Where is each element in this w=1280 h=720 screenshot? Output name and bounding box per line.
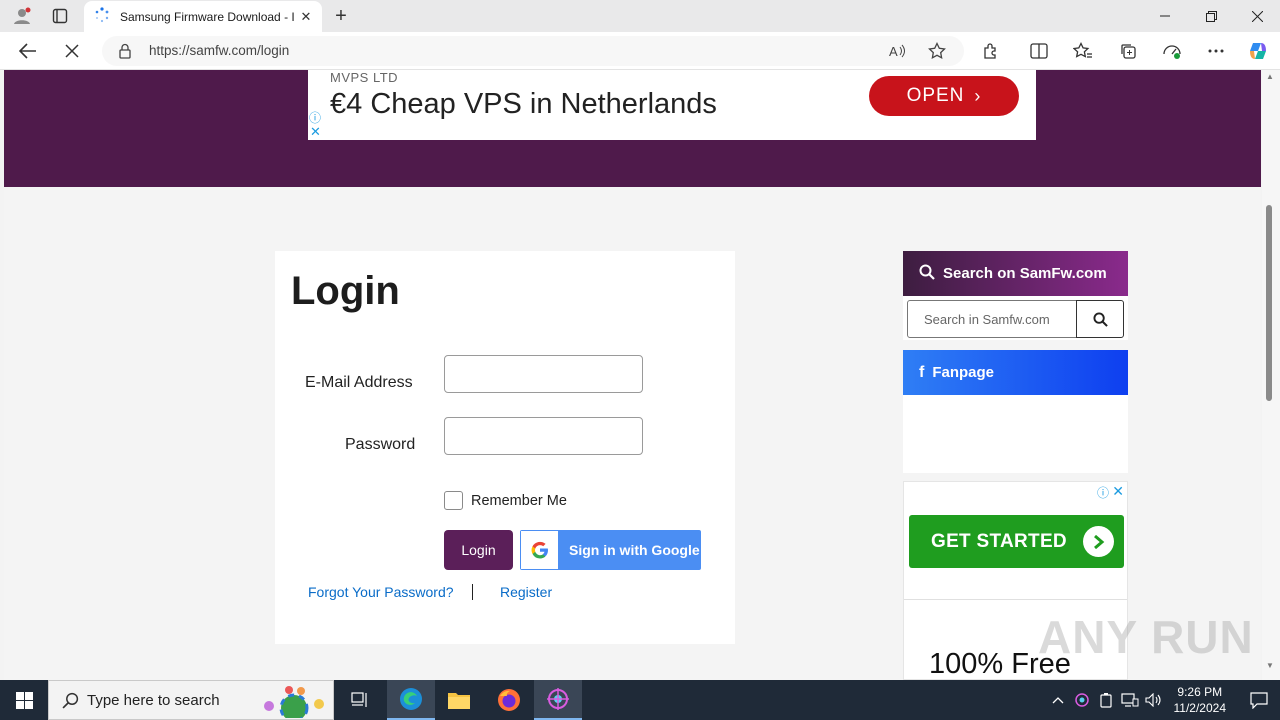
google-signin-label: Sign in with Google [569,542,700,558]
ad-get-started-button[interactable]: GET STARTED [909,515,1124,568]
extensions-icon[interactable] [976,37,1006,65]
login-card: Login E-Mail Address Password Remember M… [275,251,735,644]
facebook-icon: f [919,363,925,381]
remember-me-label[interactable]: Remember Me [471,493,567,509]
new-tab-button[interactable]: + [328,4,354,28]
page-viewport: MVPS LTD €4 Cheap VPS in Netherlands OPE… [0,70,1280,680]
google-icon [521,531,558,569]
clock-time: 9:26 PM [1177,685,1223,699]
register-link[interactable]: Register [500,584,552,600]
ad-info-icon[interactable]: ⓘ [309,109,322,125]
chevron-right-icon [1083,526,1114,557]
performance-icon[interactable] [1157,37,1187,65]
taskbar-clock[interactable]: 9:26 PM 11/2/2024 [1174,684,1227,716]
notification-icon[interactable] [1250,691,1268,714]
chevron-right-icon: › [974,85,982,106]
sidebar-search-placeholder: Search in Samfw.com [924,311,1050,327]
profile-icon[interactable] [8,4,36,28]
email-label: E-Mail Address [305,374,413,391]
ad-open-label: OPEN [906,85,965,106]
ad-close-icon[interactable]: ✕ [310,124,321,140]
link-separator [472,584,473,600]
app-taskbar-icon[interactable] [534,680,582,720]
ad-company: MVPS LTD [330,70,399,85]
password-field[interactable] [444,417,643,455]
clock-date: 11/2/2024 [1173,701,1227,715]
sidebar-fanpage-body [903,395,1128,473]
search-icon [62,692,79,714]
address-bar[interactable]: https://samfw.com/login A [102,36,964,66]
top-advertisement[interactable]: MVPS LTD €4 Cheap VPS in Netherlands OPE… [308,70,1036,140]
ad-close-icon[interactable]: ✕ [1112,483,1124,500]
browser-tab-strip: Samsung Firmware Download - I ✕ + [0,0,1280,32]
ad-open-button[interactable]: OPEN › [869,76,1019,116]
restore-button[interactable] [1188,0,1234,32]
search-icon [919,264,935,284]
tab-close-icon[interactable]: ✕ [298,9,314,25]
ad-get-started-label: GET STARTED [931,530,1067,552]
taskbar-search-placeholder: Type here to search [87,691,220,709]
more-options-icon[interactable] [1201,37,1231,65]
login-button[interactable]: Login [444,530,513,570]
favorites-icon[interactable] [1068,37,1098,65]
firefox-icon[interactable] [485,680,533,720]
edge-taskbar-icon[interactable] [387,680,435,720]
start-button[interactable] [0,680,48,720]
battery-icon[interactable] [1094,692,1118,708]
windows-taskbar: Type here to search 9:26 PM 11/2/2024 [0,680,1280,720]
volume-icon[interactable] [1142,693,1166,707]
minimize-button[interactable] [1142,0,1188,32]
email-field[interactable] [444,355,643,393]
ad-headline[interactable]: €4 Cheap VPS in Netherlands [330,88,717,121]
forgot-password-link[interactable]: Forgot Your Password? [308,584,454,600]
scroll-down-icon[interactable]: ▼ [1266,661,1274,670]
favorite-star-icon[interactable] [928,41,946,65]
scroll-up-icon[interactable]: ▲ [1266,72,1274,81]
task-view-icon[interactable] [336,680,384,720]
copilot-icon[interactable] [1243,37,1273,65]
tab-active[interactable]: Samsung Firmware Download - I ✕ [84,1,322,32]
page-title: Login [291,269,400,313]
windows-icon [15,691,33,709]
page-scrollbar[interactable]: ▲ ▼ [1262,70,1280,680]
read-aloud-icon[interactable]: A [888,42,906,65]
collections-icon[interactable] [1113,37,1143,65]
sidebar-search-title: Search on SamFw.com [943,265,1107,282]
sidebar-search-header: Search on SamFw.com [903,251,1128,296]
sidebar-search-box: Search in Samfw.com [903,296,1128,340]
sidebar-fanpage-title: Fanpage [932,364,995,381]
chevron-up-icon[interactable] [1046,696,1070,704]
tab-title: Samsung Firmware Download - I [120,9,295,24]
remember-me-checkbox[interactable] [444,491,463,510]
close-window-button[interactable] [1234,0,1280,32]
ad-info-icon[interactable]: ⓘ [1097,484,1109,501]
network-icon[interactable] [1118,693,1142,707]
lock-icon[interactable] [118,43,132,64]
url-text[interactable]: https://samfw.com/login [149,43,289,58]
taskbar-search-box[interactable]: Type here to search [48,680,334,720]
sidebar-search-input[interactable]: Search in Samfw.com [907,300,1077,338]
system-tray: 9:26 PM 11/2/2024 [1046,680,1233,720]
search-highlight-icon [259,684,329,720]
scroll-thumb[interactable] [1266,205,1272,401]
svg-text:A: A [889,44,898,59]
file-explorer-icon[interactable] [435,680,483,720]
sidebar-search-button[interactable] [1076,300,1124,338]
tab-actions-icon[interactable] [46,4,74,28]
back-button[interactable] [13,37,43,65]
google-signin-button[interactable]: Sign in with Google [520,530,701,570]
split-screen-icon[interactable] [1024,37,1054,65]
login-button-label: Login [461,542,496,558]
ad-divider [904,599,1127,600]
sidebar-fanpage-header: f Fanpage [903,350,1128,395]
password-label: Password [345,436,416,453]
stop-loading-button[interactable] [57,37,87,65]
search-icon [1092,311,1108,327]
browser-toolbar: https://samfw.com/login A [0,32,1280,70]
watermark-logo: ANY RUN [1038,611,1254,663]
app-tray-icon[interactable] [1070,692,1094,708]
loading-favicon-icon [94,7,110,26]
